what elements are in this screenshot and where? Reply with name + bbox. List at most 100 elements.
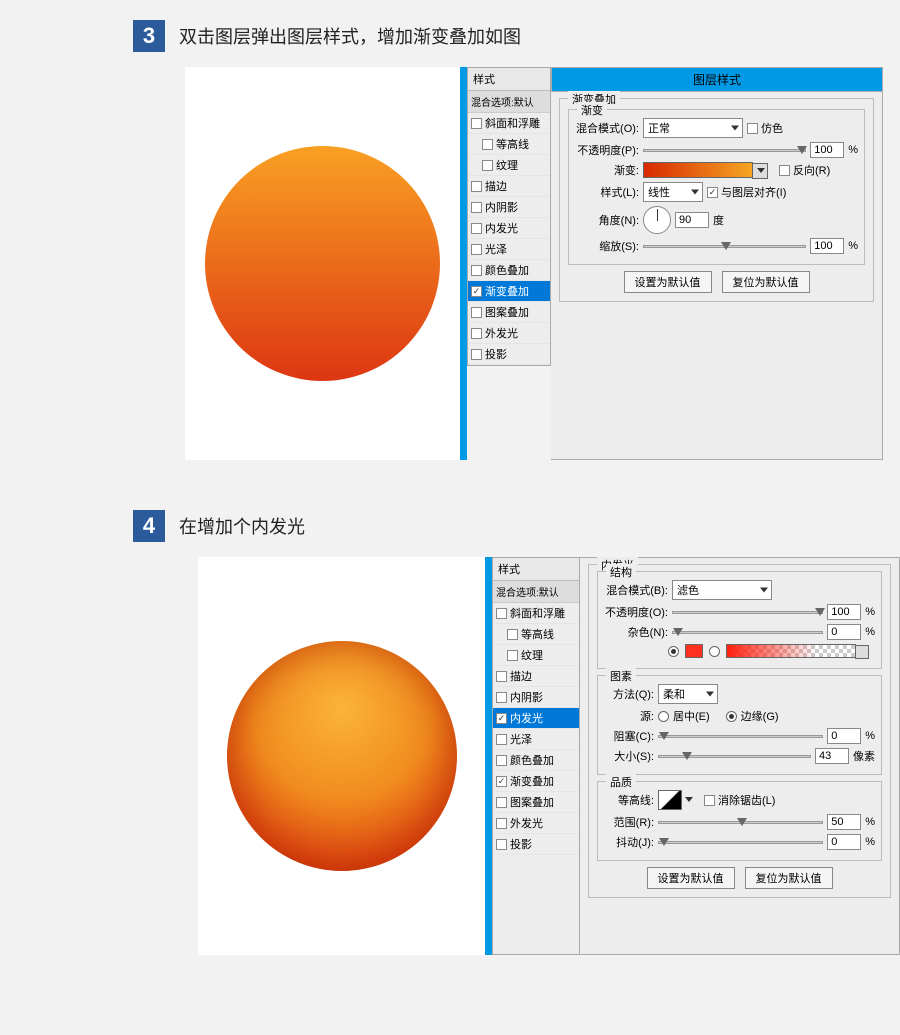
- checkbox-icon[interactable]: [471, 286, 482, 297]
- style-item-outer-glow[interactable]: 外发光: [493, 813, 579, 834]
- checkbox-icon[interactable]: [496, 671, 507, 682]
- checkbox-icon[interactable]: [471, 349, 482, 360]
- reverse-checkbox[interactable]: 反向(R): [779, 162, 830, 178]
- style-item-gradient-overlay[interactable]: 渐变叠加: [468, 281, 550, 302]
- checkbox-icon[interactable]: [482, 139, 493, 150]
- color-swatch[interactable]: [685, 644, 703, 658]
- gradient-radio[interactable]: [709, 646, 720, 657]
- style-item-bevel[interactable]: 斜面和浮雕: [493, 603, 579, 624]
- range-slider[interactable]: [658, 821, 823, 824]
- styles-list: 样式 混合选项:默认 斜面和浮雕 等高线 纹理 描边 内阴影 内发光 光泽 颜色…: [492, 557, 580, 955]
- style-item-color-overlay[interactable]: 颜色叠加: [468, 260, 550, 281]
- checkbox-icon[interactable]: [496, 608, 507, 619]
- style-item-contour[interactable]: 等高线: [493, 624, 579, 645]
- style-item-satin[interactable]: 光泽: [493, 729, 579, 750]
- size-row: 大小(S): 43 像素: [604, 748, 875, 764]
- blend-mode-select[interactable]: 正常: [643, 118, 743, 138]
- checkbox-icon[interactable]: [471, 118, 482, 129]
- blend-mode-select[interactable]: 滤色: [672, 580, 772, 600]
- checkbox-icon[interactable]: [471, 244, 482, 255]
- jitter-input[interactable]: 0: [827, 834, 861, 850]
- align-checkbox[interactable]: 与图层对齐(I): [707, 184, 786, 200]
- method-select[interactable]: 柔和: [658, 684, 718, 704]
- structure-fieldset: 结构 混合模式(B): 滤色 不透明度(O): 100 % 杂色(N):: [597, 571, 882, 669]
- checkbox-icon[interactable]: [496, 797, 507, 808]
- reset-default-button[interactable]: 复位为默认值: [722, 271, 810, 293]
- source-edge-radio[interactable]: [726, 711, 737, 722]
- style-item-inner-shadow[interactable]: 内阴影: [468, 197, 550, 218]
- dialog-right: 图层样式 渐变叠加 渐变 混合模式(O): 正常 仿色 不透明度: [551, 67, 883, 460]
- size-input[interactable]: 43: [815, 748, 849, 764]
- jitter-row: 抖动(J): 0 %: [604, 834, 875, 850]
- checkbox-icon[interactable]: [471, 328, 482, 339]
- checkbox-icon[interactable]: [471, 307, 482, 318]
- blend-options-row[interactable]: 混合选项:默认: [493, 581, 579, 603]
- style-item-texture[interactable]: 纹理: [493, 645, 579, 666]
- layer-style-dialog: 样式 混合选项:默认 斜面和浮雕 等高线 纹理 描边 内阴影 内发光 光泽 颜色…: [485, 557, 900, 955]
- checkbox-icon[interactable]: [471, 265, 482, 276]
- dither-checkbox[interactable]: 仿色: [747, 120, 783, 136]
- style-item-satin[interactable]: 光泽: [468, 239, 550, 260]
- checkbox-icon[interactable]: [496, 734, 507, 745]
- style-item-stroke[interactable]: 描边: [493, 666, 579, 687]
- checkbox-icon[interactable]: [496, 755, 507, 766]
- checkbox-icon[interactable]: [496, 776, 507, 787]
- style-item-color-overlay[interactable]: 颜色叠加: [493, 750, 579, 771]
- checkbox-icon[interactable]: [482, 160, 493, 171]
- checkbox-icon[interactable]: [496, 839, 507, 850]
- gradient-swatch[interactable]: [643, 162, 753, 178]
- style-item-pattern-overlay[interactable]: 图案叠加: [468, 302, 550, 323]
- checkbox-icon[interactable]: [471, 223, 482, 234]
- opacity-input[interactable]: 100: [810, 142, 844, 158]
- range-row: 范围(R): 50 %: [604, 814, 875, 830]
- style-item-bevel[interactable]: 斜面和浮雕: [468, 113, 550, 134]
- gradient-preview[interactable]: [726, 644, 856, 658]
- reset-default-button[interactable]: 复位为默认值: [745, 867, 833, 889]
- checkbox-icon[interactable]: [471, 202, 482, 213]
- opacity-slider[interactable]: [672, 611, 823, 614]
- size-slider[interactable]: [658, 755, 811, 758]
- scale-slider[interactable]: [643, 245, 806, 248]
- choke-label: 阻塞(C):: [604, 728, 654, 744]
- style-item-inner-glow[interactable]: 内发光: [493, 708, 579, 729]
- angle-unit: 度: [713, 212, 724, 228]
- scale-input[interactable]: 100: [810, 238, 844, 254]
- style-item-inner-shadow[interactable]: 内阴影: [493, 687, 579, 708]
- fieldset-legend: 图素: [606, 668, 636, 684]
- set-default-button[interactable]: 设置为默认值: [647, 867, 735, 889]
- blend-options-row[interactable]: 混合选项:默认: [468, 91, 550, 113]
- style-item-stroke[interactable]: 描边: [468, 176, 550, 197]
- style-select[interactable]: 线性: [643, 182, 703, 202]
- contour-swatch[interactable]: [658, 790, 682, 810]
- style-item-drop-shadow[interactable]: 投影: [468, 344, 550, 365]
- noise-slider[interactable]: [672, 631, 823, 634]
- angle-input[interactable]: 90: [675, 212, 709, 228]
- jitter-slider[interactable]: [658, 841, 823, 844]
- opacity-slider[interactable]: [643, 149, 806, 152]
- antialias-checkbox[interactable]: 消除锯齿(L): [704, 792, 775, 808]
- source-center-radio[interactable]: [658, 711, 669, 722]
- set-default-button[interactable]: 设置为默认值: [624, 271, 712, 293]
- jitter-label: 抖动(J):: [604, 834, 654, 850]
- opacity-input[interactable]: 100: [827, 604, 861, 620]
- color-radio[interactable]: [668, 646, 679, 657]
- range-input[interactable]: 50: [827, 814, 861, 830]
- checkbox-icon[interactable]: [507, 629, 518, 640]
- checkbox-icon[interactable]: [496, 818, 507, 829]
- noise-input[interactable]: 0: [827, 624, 861, 640]
- style-item-gradient-overlay[interactable]: 渐变叠加: [493, 771, 579, 792]
- angle-row: 角度(N): 90 度: [575, 206, 858, 234]
- style-item-inner-glow[interactable]: 内发光: [468, 218, 550, 239]
- checkbox-icon[interactable]: [471, 181, 482, 192]
- style-item-drop-shadow[interactable]: 投影: [493, 834, 579, 855]
- checkbox-icon[interactable]: [507, 650, 518, 661]
- choke-slider[interactable]: [658, 735, 823, 738]
- style-item-texture[interactable]: 纹理: [468, 155, 550, 176]
- angle-dial[interactable]: [643, 206, 671, 234]
- style-item-outer-glow[interactable]: 外发光: [468, 323, 550, 344]
- choke-input[interactable]: 0: [827, 728, 861, 744]
- style-item-contour[interactable]: 等高线: [468, 134, 550, 155]
- checkbox-icon[interactable]: [496, 692, 507, 703]
- style-item-pattern-overlay[interactable]: 图案叠加: [493, 792, 579, 813]
- checkbox-icon[interactable]: [496, 713, 507, 724]
